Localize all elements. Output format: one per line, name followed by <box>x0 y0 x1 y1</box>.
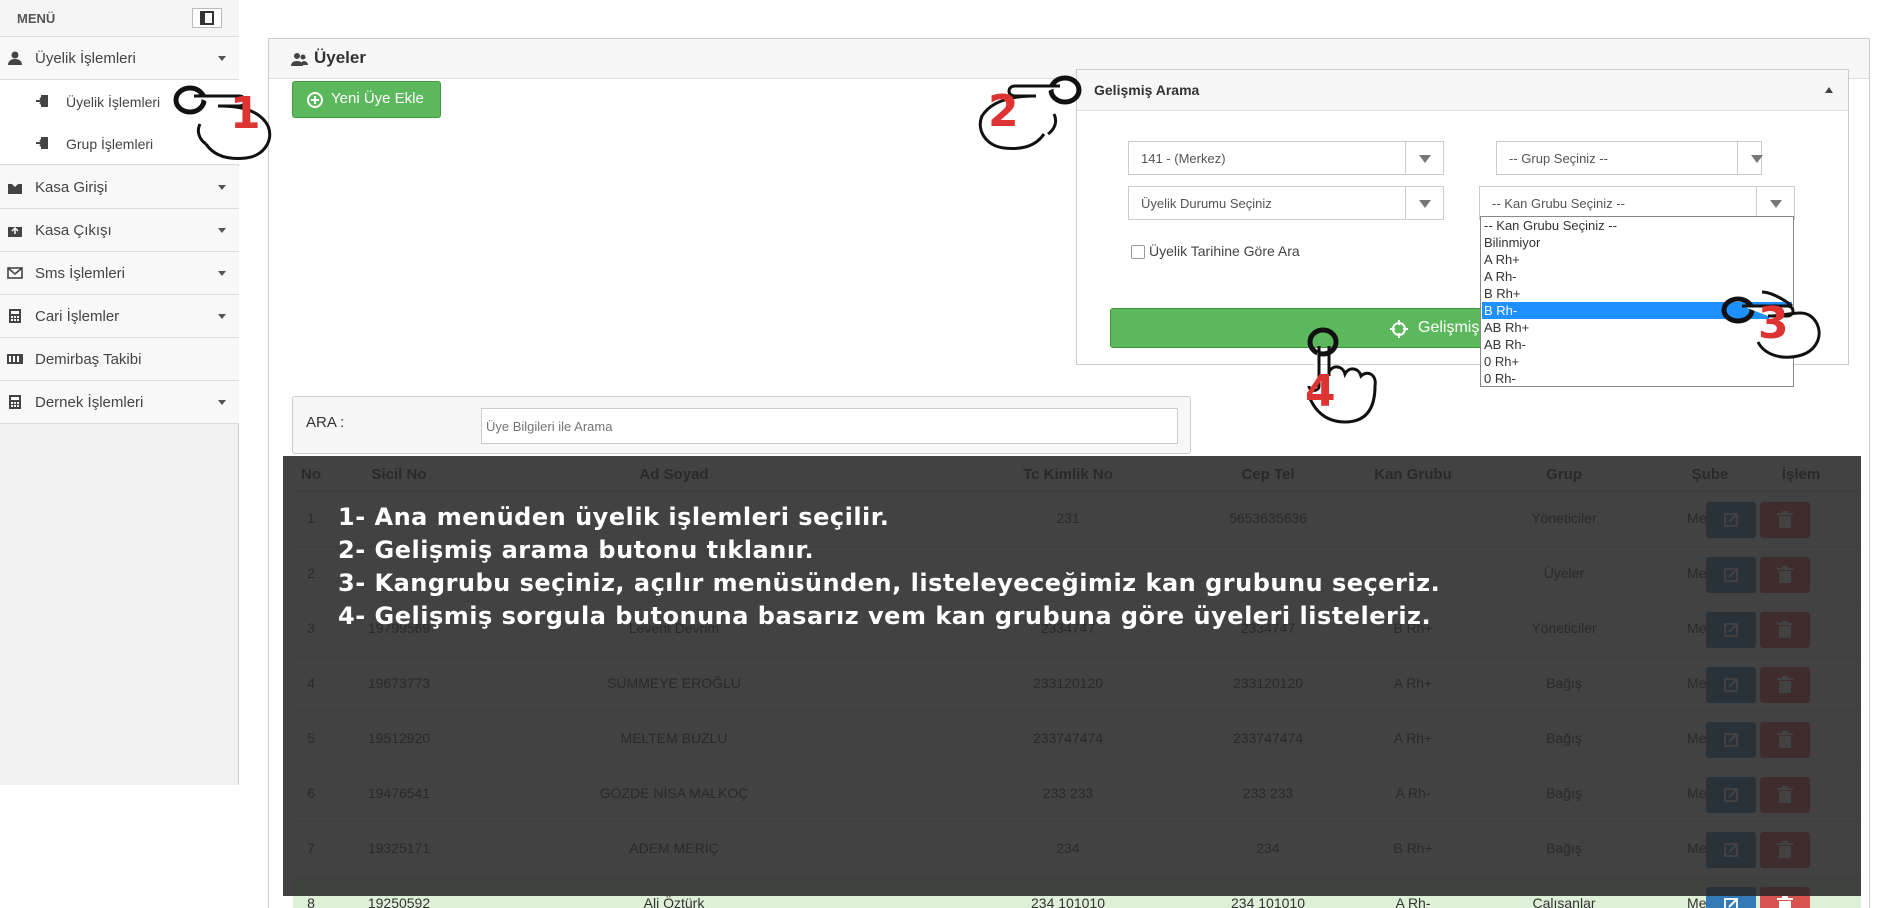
branch-select[interactable]: 141 - (Merkez) <box>1128 141 1444 175</box>
instruction-line: 3- Kangrubu seçiniz, açılır menüsünden, … <box>338 569 1441 597</box>
sidebar-item-demirbas[interactable]: Demirbaş Takibi <box>0 338 239 381</box>
blood-group-select[interactable]: -- Kan Grubu Seçiniz -- <box>1479 186 1795 220</box>
sidebar-subitem-label: Grup İşlemleri <box>66 136 154 152</box>
table-cell: 19250592 <box>367 895 431 908</box>
step-badge: 4 <box>1305 366 1336 417</box>
date-search-checkbox[interactable] <box>1131 245 1145 259</box>
search-label: ARA : <box>306 414 345 431</box>
chevron-down-icon <box>218 228 226 233</box>
screen: { "sidebar": { "menu_title": "MENÜ", "it… <box>0 0 1898 908</box>
chevron-down-icon <box>1405 187 1443 219</box>
blood-group-option[interactable]: A Rh+ <box>1482 251 1792 268</box>
crosshairs-icon <box>1390 320 1408 338</box>
inventory-icon <box>7 354 23 364</box>
page-title: Üyeler <box>314 48 366 67</box>
users-icon <box>291 53 308 66</box>
caret-up-icon <box>1825 87 1833 93</box>
blood-group-option[interactable]: 0 Rh- <box>1482 370 1792 387</box>
sidebar-item-label: Kasa Çıkışı <box>35 222 112 239</box>
step-badge: 2 <box>988 86 1019 137</box>
sign-in-icon <box>36 137 48 149</box>
instruction-line: 1- Ana menüden üyelik işlemleri seçilir. <box>338 503 890 531</box>
date-search-label: Üyelik Tarihine Göre Ara <box>1149 243 1300 259</box>
sign-in-icon <box>36 95 48 107</box>
sidebar-item-label: Cari İşlemler <box>35 308 120 325</box>
chevron-down-icon <box>1756 187 1794 219</box>
sidebar-item-label: Demirbaş Takibi <box>35 351 142 368</box>
menu-header: MENÜ <box>0 0 239 37</box>
add-member-button[interactable]: Yeni Üye Ekle <box>292 81 441 118</box>
table-cell: Çalışanlar <box>1532 895 1596 908</box>
chevron-down-icon <box>1405 142 1443 174</box>
sidebar-item-kasa-cikisi[interactable]: Kasa Çıkışı <box>0 209 239 252</box>
sidebar-item-label: Kasa Girişi <box>35 179 108 196</box>
advanced-search-header[interactable]: Gelişmiş Arama <box>1077 70 1848 111</box>
table-cell: A Rh- <box>1395 895 1431 908</box>
sidebar-item-cari[interactable]: Cari İşlemler <box>0 295 239 338</box>
chevron-down-icon <box>218 314 226 319</box>
chevron-down-icon <box>218 56 226 61</box>
chevron-down-icon <box>218 185 226 190</box>
step-badge: 3 <box>1758 298 1789 349</box>
plus-circle-icon <box>307 92 323 108</box>
search-input[interactable] <box>481 408 1178 444</box>
calculator-icon <box>9 395 21 409</box>
sidebar-item-dernek[interactable]: Dernek İşlemleri <box>0 381 239 424</box>
sidebar-item-sms[interactable]: Sms İşlemleri <box>0 252 239 295</box>
instruction-line: 4- Gelişmiş sorgula butonuna basarız vem… <box>338 602 1432 630</box>
sidebar-item-label: Dernek İşlemleri <box>35 394 144 411</box>
membership-status-select[interactable]: Üyelik Durumu Seçiniz <box>1128 186 1444 220</box>
sidebar-toggle-button[interactable] <box>192 8 222 28</box>
blood-group-option[interactable]: -- Kan Grubu Seçiniz -- <box>1482 217 1792 234</box>
advanced-search-title: Gelişmiş Arama <box>1094 82 1200 98</box>
group-select[interactable]: -- Grup Seçiniz -- <box>1496 141 1763 175</box>
envelope-icon <box>7 267 23 279</box>
sidebar-item-label: Sms İşlemleri <box>35 265 126 282</box>
pointing-hand-icon <box>173 85 272 160</box>
table-cell: 234 101010 <box>1031 895 1105 908</box>
instruction-line: 2- Gelişmiş arama butonu tıklanır. <box>338 536 815 564</box>
layout-icon <box>200 11 214 25</box>
menu-title: MENÜ <box>17 11 56 26</box>
step-badge: 1 <box>230 88 261 139</box>
blood-group-option[interactable]: Bilinmiyor <box>1482 234 1792 251</box>
sidebar-item-label: Üyelik İşlemleri <box>35 50 136 67</box>
table-cell: Ali Öztürk <box>643 895 705 908</box>
calculator-icon <box>9 309 21 323</box>
table-cell: 8 <box>307 895 315 908</box>
user-icon <box>8 51 22 65</box>
chevron-down-icon <box>218 271 226 276</box>
sidebar-subitem-label: Üyelik İşlemleri <box>66 94 161 110</box>
cash-out-icon <box>8 226 22 237</box>
sidebar-item-kasa-girisi[interactable]: Kasa Girişi <box>0 166 239 209</box>
cash-in-icon <box>8 180 22 194</box>
chevron-down-icon <box>1737 142 1763 174</box>
chevron-down-icon <box>218 400 226 405</box>
